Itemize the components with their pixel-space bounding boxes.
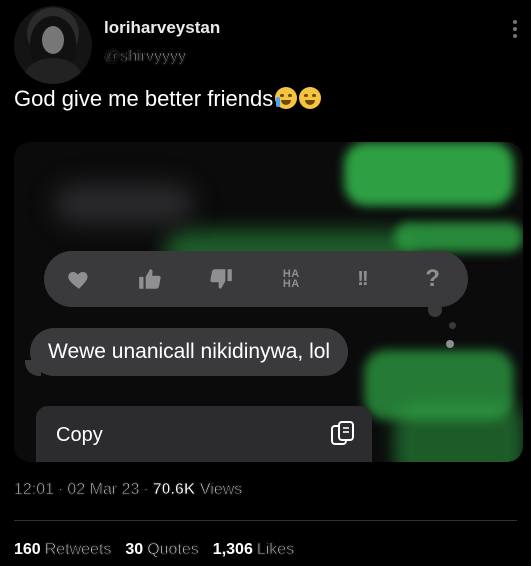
divider xyxy=(14,520,517,521)
likes-count: 1,306 xyxy=(212,541,253,558)
retweets-count: 160 xyxy=(14,541,41,558)
engagement-stats: 160 Retweets 30 Quotes 1,306 Likes xyxy=(14,541,308,559)
indicator-dot xyxy=(446,340,454,348)
blurred-gray-bubble xyxy=(54,184,194,224)
context-menu: Copy xyxy=(36,406,372,462)
reaction-bar-tail xyxy=(428,303,442,317)
message-bubble[interactable]: Wewe unanicall nikidinywa, lol xyxy=(25,328,349,376)
reaction-bar-tail xyxy=(449,322,456,329)
copy-icon[interactable] xyxy=(330,420,356,448)
crying-face-emoji-icon xyxy=(275,87,298,109)
grinning-sweat-emoji-icon xyxy=(299,87,322,109)
blurred-green-bubble xyxy=(394,402,523,462)
tweet-body: God give me better friends xyxy=(14,86,274,111)
haha-text: HA HA xyxy=(282,268,300,290)
haha-icon[interactable]: HA HA xyxy=(274,262,308,296)
exclamation-icon[interactable]: !! xyxy=(345,262,379,296)
question-icon[interactable]: ? xyxy=(416,262,450,296)
bubble-tail xyxy=(25,360,41,376)
heart-icon[interactable] xyxy=(62,262,96,296)
display-name[interactable]: loriharveystan xyxy=(104,18,220,38)
user-handle[interactable]: @shirvyyyy xyxy=(103,48,186,66)
blurred-green-bubble xyxy=(344,142,514,206)
quotes-link[interactable]: Quotes xyxy=(147,541,199,559)
views-count: 70.6K xyxy=(152,481,196,499)
likes-link[interactable]: Likes xyxy=(256,541,294,559)
views-label: Views xyxy=(199,481,243,499)
avatar[interactable] xyxy=(14,6,92,84)
dot xyxy=(513,20,517,24)
copy-menu-item[interactable]: Copy xyxy=(56,424,103,447)
tweet-time[interactable]: 12:01 xyxy=(14,481,55,499)
tweet-date[interactable]: 02 Mar 23 xyxy=(67,481,140,499)
tweet-text: God give me better friends xyxy=(14,86,322,112)
more-options-icon[interactable] xyxy=(513,20,517,38)
tweet-media-image[interactable]: HA HA !! ? Wewe unanicall nikidinywa, lol… xyxy=(14,142,523,462)
dot xyxy=(513,27,517,31)
thumbs-down-icon[interactable] xyxy=(204,262,238,296)
message-text: Wewe unanicall nikidinywa, lol xyxy=(48,340,331,363)
retweets-link[interactable]: Retweets xyxy=(44,541,111,559)
quotes-count: 30 xyxy=(125,541,144,558)
tapback-reaction-bar: HA HA !! ? xyxy=(44,251,468,329)
tweet-metadata: 12:01 · 02 Mar 23 · 70.6K Views xyxy=(14,481,243,499)
thumbs-up-icon[interactable] xyxy=(133,262,167,296)
dot xyxy=(513,34,517,38)
avatar-face xyxy=(42,26,64,54)
